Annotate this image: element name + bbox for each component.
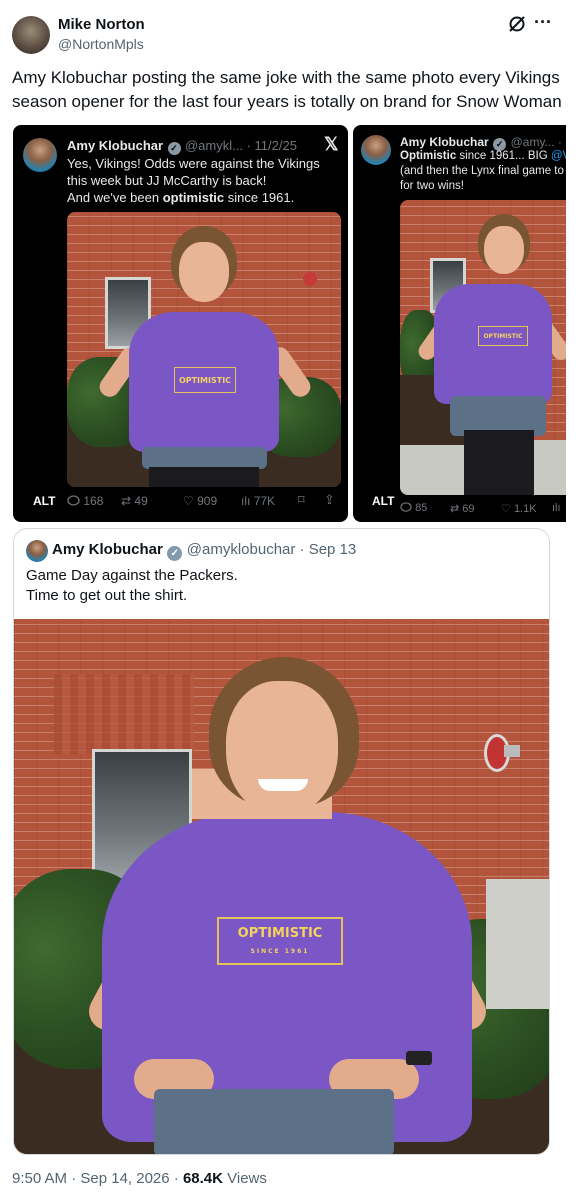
tweet-timestamp[interactable]: 9:50 AM · Sep 14, 2026 · 68.4K Views <box>12 1170 267 1187</box>
shirt-logo: OPTIMISTIC <box>478 326 528 346</box>
card1-handle-date: @amykl... · 11/2/25 <box>184 138 297 153</box>
reply-button[interactable]: 85 <box>400 502 427 514</box>
repost-button[interactable]: ⇄ 49 <box>121 494 148 508</box>
wall-fixture <box>303 272 317 286</box>
heart-icon: ♡ <box>501 503 511 515</box>
more-icon[interactable]: ··· <box>532 12 554 34</box>
shirt-logo: OPTIMISTIC SINCE 1961 <box>217 917 343 965</box>
card2-avatar <box>361 135 391 165</box>
embedded-tweet-card-1[interactable]: Amy Klobuchar ✓ @amykl... · 11/2/25 𝕏 Ye… <box>13 125 348 522</box>
quote-text: Game Day against the Packers. Time to ge… <box>26 567 238 604</box>
verified-icon: ✓ <box>167 546 183 561</box>
bookmark-icon[interactable]: ⌑ <box>298 492 305 508</box>
analytics-icon: ılı <box>241 494 251 508</box>
quote-avatar <box>26 540 48 562</box>
grok-icon[interactable] <box>506 14 528 36</box>
repost-icon: ⇄ <box>450 503 460 515</box>
repost-button[interactable]: ⇄ 69 <box>450 502 475 515</box>
alt-badge[interactable]: ALT <box>372 494 394 508</box>
verified-icon: ✓ <box>167 142 181 155</box>
like-button[interactable]: ♡ 909 <box>183 494 217 508</box>
quote-name: Amy Klobuchar <box>52 541 163 558</box>
author-avatar[interactable] <box>12 16 50 54</box>
share-icon[interactable]: ⇪ <box>324 492 335 508</box>
quote-handle-date: @amyklobuchar · Sep 13 <box>186 541 357 558</box>
card2-name: Amy Klobuchar <box>400 135 489 149</box>
views-count: 68.4K <box>182 1170 223 1187</box>
card1-name: Amy Klobuchar <box>67 138 164 153</box>
like-button[interactable]: ♡ 1.1K <box>501 502 537 515</box>
watch <box>406 1051 432 1065</box>
analytics-icon[interactable]: ılı <box>552 502 561 514</box>
quoted-tweet[interactable]: Amy Klobuchar ✓ @amyklobuchar · Sep 13 G… <box>13 528 550 1155</box>
card1-text: Yes, Vikings! Odds were against the Viki… <box>67 156 320 205</box>
heart-icon: ♡ <box>183 494 194 508</box>
repost-icon: ⇄ <box>121 494 132 508</box>
card1-photo[interactable]: OPTIMISTIC <box>67 212 341 487</box>
card2-text: Optimistic since 1961... BIG @V (and the… <box>400 150 566 192</box>
reply-button[interactable]: 168 <box>67 494 103 508</box>
views-button[interactable]: ılı 77K <box>241 494 275 508</box>
shirt-logo: OPTIMISTIC <box>174 367 236 393</box>
author-handle[interactable]: @NortonMpls <box>58 36 144 52</box>
x-logo-icon: 𝕏 <box>324 134 339 154</box>
author-name[interactable]: Mike Norton <box>58 16 145 33</box>
quote-photo[interactable]: OPTIMISTIC SINCE 1961 <box>14 619 549 1154</box>
embedded-tweet-card-2[interactable]: Amy Klobuchar ✓ @amy... · 10/ Optimistic… <box>353 125 566 522</box>
card2-photo[interactable]: OPTIMISTIC <box>400 200 566 495</box>
card2-handle-date: @amy... · 10/ <box>510 135 566 149</box>
card1-avatar <box>23 138 57 172</box>
alt-badge[interactable]: ALT <box>33 494 55 508</box>
tweet-text: Amy Klobuchar posting the same joke with… <box>12 68 562 111</box>
